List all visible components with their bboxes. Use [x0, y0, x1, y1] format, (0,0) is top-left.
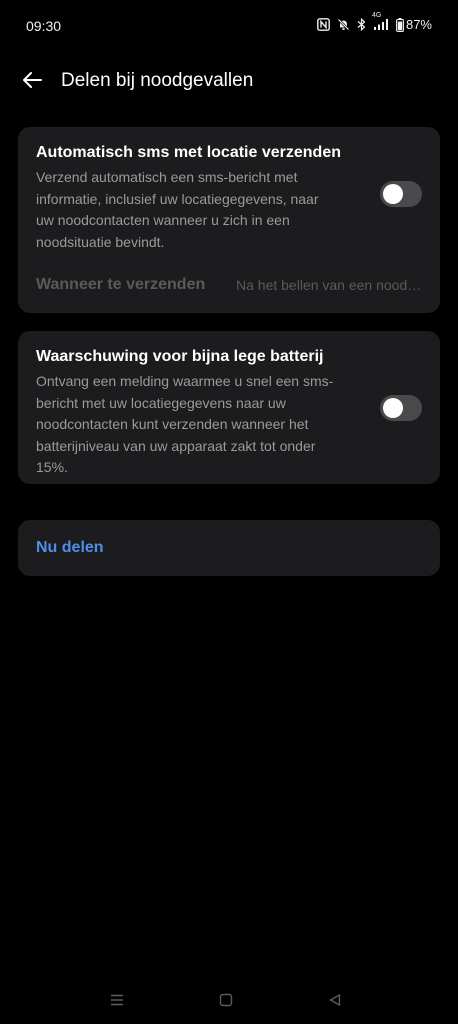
arrow-left-icon — [21, 71, 43, 94]
bluetooth-icon — [357, 18, 366, 31]
signal-icon: 4G — [372, 12, 389, 31]
recent-apps-button[interactable] — [105, 990, 129, 1014]
status-icons: 4G 87% — [317, 12, 432, 32]
share-now-card[interactable]: Nu delen — [18, 520, 440, 576]
nfc-icon — [317, 18, 330, 31]
nav-back-button[interactable] — [323, 990, 347, 1014]
when-to-send-value: Na het bellen van een noodnummer — [236, 277, 424, 293]
when-to-send-label: Wanneer te verzenden — [36, 276, 206, 293]
auto-sms-description: Verzend automatisch een sms-bericht met … — [36, 169, 319, 250]
page-title: Delen bij noodgevallen — [61, 70, 254, 91]
battery-icon — [396, 17, 404, 32]
mute-icon — [337, 18, 350, 31]
home-icon — [219, 993, 233, 1012]
auto-sms-title: Automatisch sms met locatie verzenden — [36, 144, 341, 161]
navigation-bar — [0, 984, 458, 1016]
share-now-button[interactable]: Nu delen — [36, 539, 104, 557]
home-button[interactable] — [214, 990, 238, 1014]
low-battery-description: Ontvang een melding waarmee u snel een s… — [36, 373, 334, 475]
network-type: 4G — [371, 12, 382, 19]
toggle-knob — [383, 184, 403, 204]
status-bar: 09:30 4G 87% — [0, 0, 458, 56]
battery-percent: 87% — [405, 17, 432, 32]
when-to-send-row[interactable]: Wanneer te verzenden Na het bellen van e… — [18, 267, 440, 307]
header: Delen bij noodgevallen — [0, 62, 458, 102]
toggle-knob — [383, 398, 403, 418]
low-battery-title: Waarschuwing voor bijna lege batterij — [36, 348, 324, 365]
auto-sms-toggle[interactable] — [380, 181, 422, 207]
back-button[interactable] — [14, 64, 50, 100]
menu-icon — [110, 993, 124, 1011]
status-time: 09:30 — [26, 18, 62, 34]
low-battery-toggle[interactable] — [380, 395, 422, 421]
back-triangle-icon — [328, 993, 342, 1012]
low-battery-card: Waarschuwing voor bijna lege batterij On… — [18, 331, 440, 484]
auto-sms-card: Automatisch sms met locatie verzenden Ve… — [18, 127, 440, 313]
